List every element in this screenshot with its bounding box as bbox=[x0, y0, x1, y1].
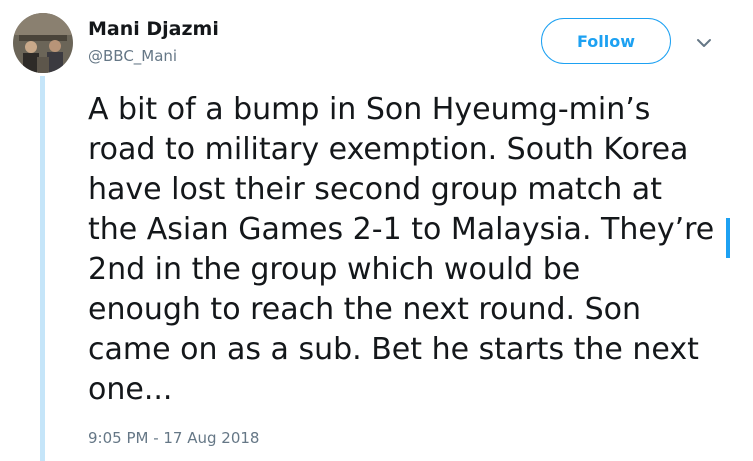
follow-button[interactable]: Follow bbox=[541, 18, 671, 64]
thread-line bbox=[40, 76, 45, 461]
tweet-text-line: A bit of a bump in Son Hyeumg-min’s bbox=[88, 92, 651, 127]
author-name[interactable]: Mani Djazmi bbox=[88, 18, 219, 40]
chevron-down-icon[interactable] bbox=[694, 33, 714, 53]
avatar-photo bbox=[13, 13, 73, 73]
tweet-text-line: one... bbox=[88, 372, 173, 407]
avatar[interactable] bbox=[13, 13, 73, 73]
tweet-text: A bit of a bump in Son Hyeumg-min’s road… bbox=[88, 90, 728, 410]
tweet-text-line: came on as a sub. Bet he starts the next bbox=[88, 332, 699, 367]
tweet-text-line: road to military exemption. South Korea bbox=[88, 132, 689, 167]
author-handle[interactable]: @BBC_Mani bbox=[88, 47, 177, 65]
tweet-text-line: 2nd in the group which would be bbox=[88, 252, 581, 287]
scroll-indicator[interactable] bbox=[726, 218, 730, 258]
tweet-text-line: have lost their second group match at bbox=[88, 172, 662, 207]
tweet-timestamp[interactable]: 9:05 PM - 17 Aug 2018 bbox=[88, 429, 259, 447]
tweet-text-line: the Asian Games 2-1 to Malaysia. They’re bbox=[88, 212, 715, 247]
tweet-text-line: enough to reach the next round. Son bbox=[88, 292, 641, 327]
